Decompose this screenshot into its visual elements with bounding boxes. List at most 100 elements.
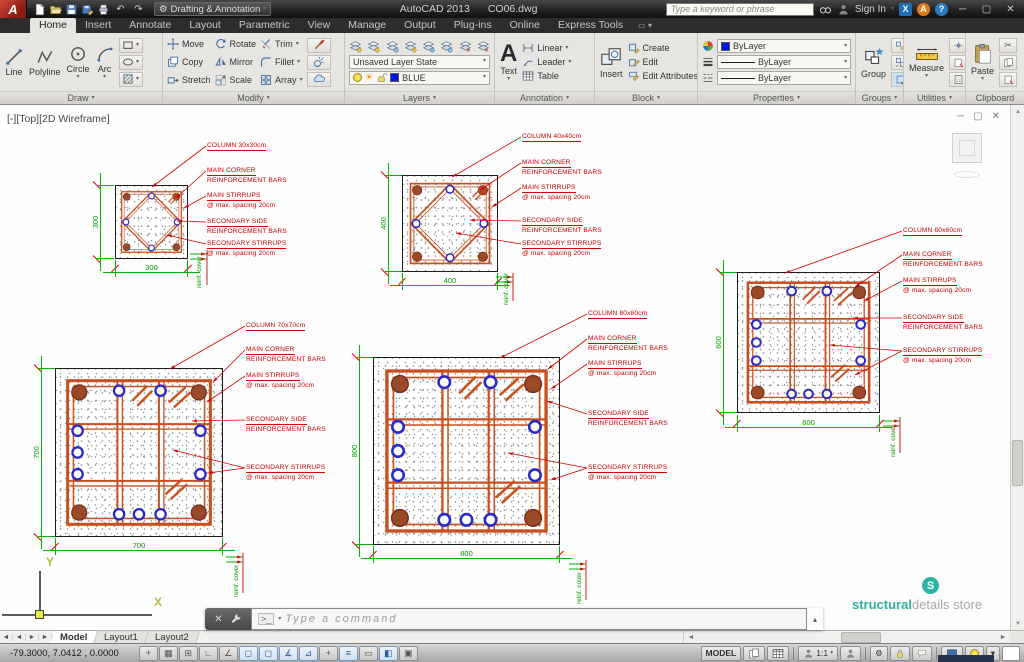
ribbon-tab-plugins[interactable]: Plug-ins [445,18,501,33]
panel-label-block[interactable]: Block▾ [595,91,697,104]
ribbon-display-toggle[interactable]: ▭ ▾ [638,18,652,33]
fillet-button[interactable]: Fillet▾ [260,53,303,71]
cut-button[interactable]: ✂ [999,38,1017,53]
command-customize-icon[interactable] [230,613,242,625]
mirror-button[interactable]: Mirror [215,53,257,71]
scroll-up-icon[interactable]: ▲ [1011,105,1024,118]
point-style-button[interactable] [949,55,965,70]
panel-label-groups[interactable]: Groups▾ [856,91,903,104]
layer-color-swatch[interactable] [390,73,399,82]
vertical-scroll-thumb[interactable] [1012,440,1023,486]
infer-constraints-toggle[interactable]: + [139,646,158,661]
linetype-icon[interactable] [702,72,714,84]
id-point-button[interactable] [949,38,965,53]
plot-button[interactable] [97,3,110,16]
scroll-right-icon[interactable]: ► [996,634,1010,641]
layer-lock-icon[interactable] [422,40,435,53]
layer-unlock-icon[interactable] [440,40,453,53]
lineweight-icon[interactable] [702,56,714,68]
workspace-switcher[interactable]: ⚙ Drafting & Annotation ▾ [154,2,271,16]
quick-properties-toggle[interactable]: ◧ [379,646,398,661]
quick-view-drawings-button[interactable] [767,646,789,661]
circle-tool-button[interactable]: Circle▾ [64,34,93,90]
coordinates-readout[interactable]: -79.3000, 7.0412 , 0.0000 [4,646,125,661]
ribbon-tab-online[interactable]: Online [501,18,549,33]
doc-close-icon[interactable]: ✕ [992,111,1000,122]
ribbon-tab-annotate[interactable]: Annotate [120,18,180,33]
save-button[interactable] [65,3,78,16]
panel-label-clipboard[interactable]: Clipboard [966,91,1024,104]
sign-in-caret-icon[interactable]: ▾ [891,7,894,12]
layer-lock-state-icon[interactable] [376,72,387,83]
command-close-icon[interactable]: ✕ [214,614,222,625]
viewport-controls-label[interactable]: [-][Top][2D Wireframe] [7,113,110,125]
command-line[interactable]: ✕ >_ ▾ Type a command ▴ [205,608,823,630]
match-properties-button[interactable] [307,38,331,53]
explode-button[interactable] [307,72,331,87]
tab-first-button[interactable]: ◄ [0,634,13,641]
save-as-button[interactable] [81,3,94,16]
command-caret-icon[interactable]: ▾ [278,617,281,622]
group-selection-toggle[interactable] [891,72,903,87]
ribbon-tab-express-tools[interactable]: Express Tools [549,18,632,33]
sign-in-button[interactable]: Sign In [855,4,886,15]
array-button[interactable]: Array▾ [260,71,303,89]
table-button[interactable]: Table [522,70,590,82]
dynamic-ucs-toggle[interactable]: ⊿ [299,646,318,661]
3d-object-snap-toggle[interactable]: ◻ [259,646,278,661]
search-icon[interactable] [819,3,832,16]
ribbon-tab-insert[interactable]: Insert [76,18,120,33]
panel-label-annotation[interactable]: Annotation▾ [495,91,594,104]
group-edit-button[interactable] [891,38,903,53]
layer-isolate-icon[interactable] [386,40,399,53]
vertical-scrollbar[interactable]: ▲ ▼ [1010,105,1024,630]
ungroup-button[interactable] [891,55,903,70]
layer-thaw-icon[interactable]: ☀ [365,72,373,83]
object-color-dropdown[interactable]: ByLayer▾ [717,39,851,53]
insert-block-button[interactable]: Insert [597,34,626,90]
rectangle-tool-button[interactable]: ▾ [119,38,143,53]
layer-off-icon[interactable] [367,40,380,53]
scale-button[interactable]: Scale [215,71,257,89]
dynamic-input-toggle[interactable]: + [319,646,338,661]
copy-base-button[interactable] [999,72,1017,87]
exchange-apps-icon[interactable]: X [899,3,912,16]
layer-on-icon[interactable] [353,73,362,82]
ellipse-tool-button[interactable]: ▾ [119,55,143,70]
ribbon-tab-view[interactable]: View [299,18,340,33]
copy-clip-button[interactable] [999,55,1017,70]
erase-button[interactable] [307,55,331,70]
trim-button[interactable]: Trim▾ [260,35,303,53]
object-snap-tracking-toggle[interactable]: ∡ [279,646,298,661]
linetype-dropdown[interactable]: ByLayer▾ [717,71,851,85]
color-wheel-icon[interactable] [702,40,714,52]
copy-button[interactable]: Copy [167,53,211,71]
tab-next-button[interactable]: ► [26,634,39,641]
tab-layout2[interactable]: Layout2 [145,631,200,644]
layer-match-icon[interactable] [477,40,490,53]
window-close-button[interactable]: ✕ [1001,2,1020,16]
text-tool-button[interactable]: AText▾ [497,34,520,90]
panel-label-utilities[interactable]: Utilities▾ [904,91,965,104]
horizontal-scroll-thumb[interactable] [841,632,881,643]
paste-button[interactable]: Paste▾ [968,34,997,90]
search-input[interactable]: Type a keyword or phrase [666,3,814,16]
doc-restore-icon[interactable]: ▢ [973,111,982,122]
stretch-button[interactable]: Stretch [167,71,211,89]
ribbon-tab-layout[interactable]: Layout [180,18,230,33]
tab-prev-button[interactable]: ◄ [13,634,26,641]
snap-mode-toggle[interactable]: ▦ [159,646,178,661]
quick-view-layouts-button[interactable] [743,646,765,661]
new-file-button[interactable] [33,3,46,16]
window-minimize-button[interactable]: ─ [953,2,972,16]
grid-display-toggle[interactable]: ⊞ [179,646,198,661]
panel-label-layers[interactable]: Layers▾ [345,91,494,104]
autodesk-360-icon[interactable]: A [917,3,930,16]
circle-caret-icon[interactable]: ▾ [77,75,80,80]
layer-walk-icon[interactable] [459,40,472,53]
viewcube-compass[interactable] [954,171,980,178]
lineweight-dropdown[interactable]: ByLayer▾ [717,55,851,69]
ribbon-tab-output[interactable]: Output [395,18,445,33]
quick-calc-button[interactable] [949,72,965,87]
ortho-mode-toggle[interactable]: ∟ [199,646,218,661]
